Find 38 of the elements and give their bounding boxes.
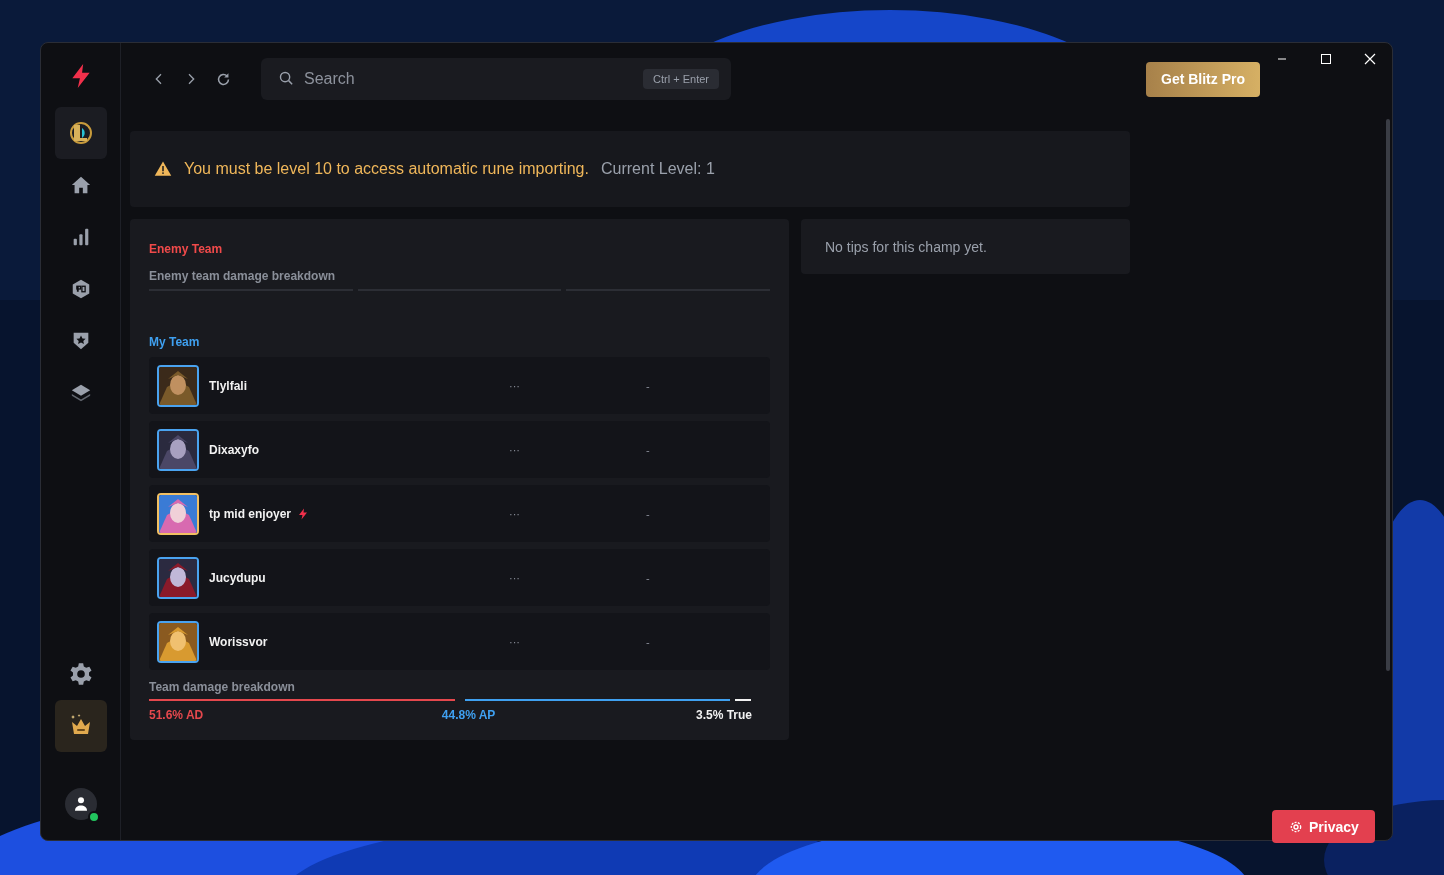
sidebar-item[interactable] [54, 700, 107, 752]
table-cell-text: ··· [509, 443, 521, 456]
damage-label: 44.8% AP [441, 708, 497, 722]
table-cell-text: ··· [509, 507, 521, 520]
damage-label: 3.5% True [695, 708, 752, 722]
section-title: Enemy Team [149, 242, 223, 256]
player-name: Tlylfali [209, 378, 247, 393]
close-icon [1364, 53, 1376, 65]
table-cell-text: ··· [509, 379, 521, 392]
league-logo-icon [67, 120, 94, 146]
section-title: My Team [149, 335, 201, 349]
tips-message: No tips for this champ yet. [825, 238, 987, 255]
home-icon [69, 174, 92, 196]
table-cell: - [646, 379, 650, 392]
get-pro-button[interactable]: Get Blitz Pro [1146, 61, 1260, 97]
user-avatar[interactable] [64, 788, 97, 820]
maximize-icon [1320, 53, 1332, 65]
player-name: tp mid enjoyer [209, 506, 291, 521]
table-cell: - [646, 507, 650, 520]
table-cell: - [646, 443, 650, 456]
table-cell-text: ··· [509, 571, 521, 584]
table-cell: - [646, 571, 650, 584]
scrollbar[interactable] [1386, 119, 1390, 671]
current-level: Current Level: 1 [600, 160, 715, 178]
privacy-button[interactable]: Privacy [1272, 810, 1375, 843]
table-cell-text: ··· [509, 635, 521, 648]
table-cell: - [646, 635, 650, 648]
shortcut-hint: Ctrl + Enter [643, 69, 719, 89]
player-name: Jucydupu [209, 570, 266, 585]
layers-icon [69, 382, 92, 404]
sidebar-item[interactable] [54, 107, 107, 159]
section-subtitle: Enemy team damage breakdown [149, 269, 337, 283]
warning-message: You must be level 10 to access automatic rune importing. [184, 160, 589, 178]
player-name: Worissvor [209, 634, 268, 649]
section-subtitle: Team damage breakdown [149, 680, 296, 694]
warning-icon [154, 160, 172, 178]
player-name: Dixaxyfo [209, 442, 260, 457]
damage-label: 51.6% AD [149, 708, 205, 722]
